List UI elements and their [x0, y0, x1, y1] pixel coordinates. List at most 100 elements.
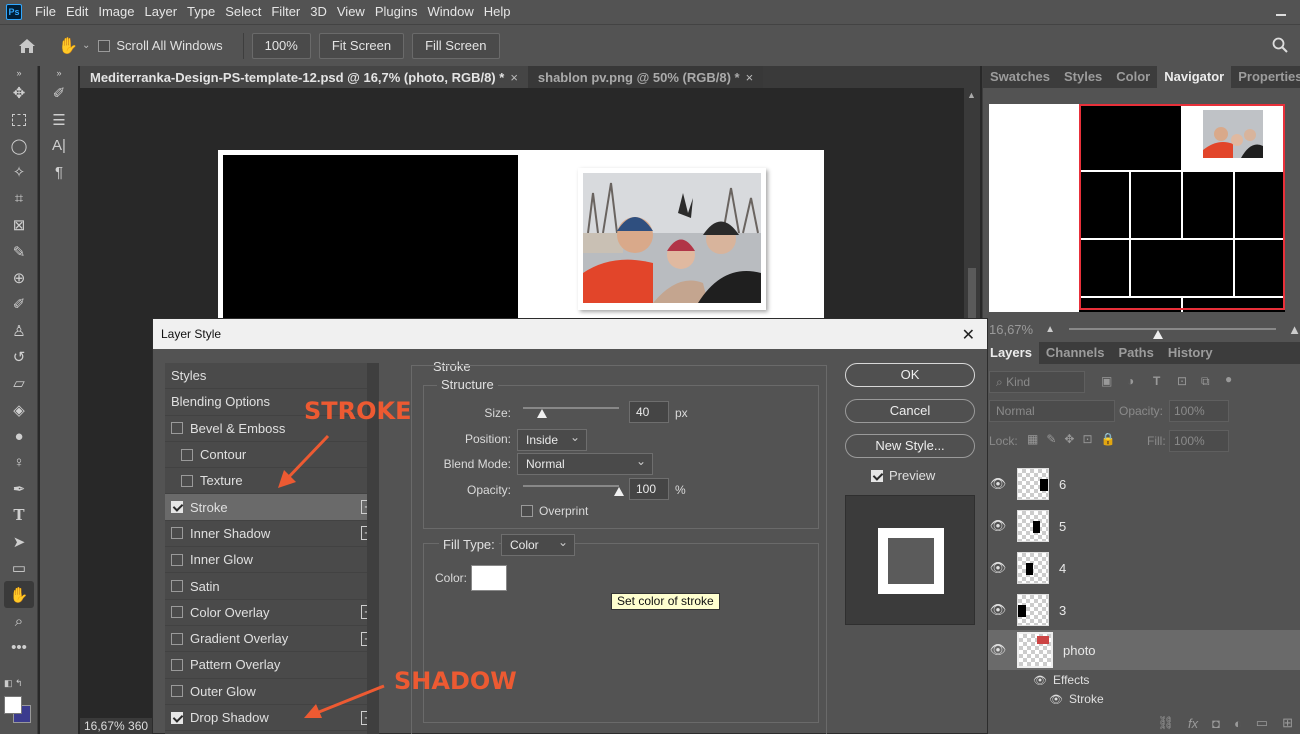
style-item-satin[interactable]: Satin: [165, 573, 379, 600]
checkbox-checked[interactable]: [171, 501, 183, 514]
zoom-100-button[interactable]: 100%: [251, 32, 311, 59]
lock-icons[interactable]: ▦✎✥⊡🔒: [1027, 432, 1123, 446]
menu-filter[interactable]: Filter: [266, 0, 305, 24]
dialog-titlebar[interactable]: Layer Style ✕: [153, 319, 987, 349]
filter-toggle-icon[interactable]: ●: [1225, 372, 1232, 386]
collapse-icon[interactable]: »: [40, 66, 78, 80]
opacity-field[interactable]: 100%: [1169, 400, 1229, 422]
history-brush-icon[interactable]: ↺: [0, 344, 38, 370]
zoom-in-icon[interactable]: ▲: [1288, 322, 1300, 337]
checkbox[interactable]: [171, 422, 183, 435]
brush-settings-icon[interactable]: ✐: [40, 80, 78, 106]
blur-tool-icon[interactable]: ●: [0, 423, 38, 449]
pen-tool-icon[interactable]: ✒: [0, 476, 38, 502]
menu-edit[interactable]: Edit: [61, 0, 93, 24]
new-layer-icon[interactable]: ⊞: [1282, 715, 1293, 731]
tab-paths[interactable]: Paths: [1111, 342, 1160, 364]
collapse-icon[interactable]: »: [0, 66, 38, 80]
opacity-slider[interactable]: [523, 485, 624, 496]
layer-row[interactable]: 👁 3: [983, 590, 1300, 630]
eye-icon[interactable]: 👁: [1049, 693, 1063, 706]
menu-type[interactable]: Type: [182, 0, 220, 24]
path-selection-icon[interactable]: ➤: [0, 529, 38, 555]
ok-button[interactable]: OK: [845, 363, 975, 387]
checkbox[interactable]: [171, 632, 183, 645]
tab-properties[interactable]: Properties: [1231, 66, 1300, 88]
checkbox[interactable]: [181, 448, 193, 461]
checkbox[interactable]: [181, 474, 193, 487]
fill-screen-button[interactable]: Fill Screen: [412, 32, 500, 59]
zoom-tool-icon[interactable]: ⌕: [0, 608, 38, 634]
hand-tool-icon[interactable]: ✋: [54, 36, 82, 56]
menu-help[interactable]: Help: [479, 0, 516, 24]
stroke-effect-row[interactable]: 👁 Stroke: [1049, 689, 1104, 709]
style-item-inner-shadow[interactable]: Inner Shadow+: [165, 521, 379, 548]
scroll-all-windows-checkbox[interactable]: [98, 39, 111, 52]
style-item-color-overlay[interactable]: Color Overlay+: [165, 600, 379, 626]
layer-row[interactable]: 👁 6: [983, 464, 1300, 504]
fill-field[interactable]: 100%: [1169, 430, 1229, 452]
slider-thumb[interactable]: [537, 409, 548, 418]
tab-color[interactable]: Color: [1109, 66, 1157, 88]
layer-name[interactable]: 5: [1059, 519, 1066, 534]
preview-checkbox[interactable]: [871, 470, 883, 482]
type-filter-icon[interactable]: T: [1153, 374, 1160, 388]
hand-tool-active-icon[interactable]: ✋: [4, 581, 34, 608]
slider-thumb[interactable]: [1153, 330, 1164, 339]
checkbox[interactable]: [171, 606, 183, 619]
layer-row[interactable]: 👁 5: [983, 506, 1300, 546]
chevron-down-icon[interactable]: ⌄: [82, 40, 90, 51]
fill-type-select[interactable]: Color: [501, 532, 575, 556]
cancel-button[interactable]: Cancel: [845, 399, 975, 423]
layer-row-selected[interactable]: 👁 photo: [983, 630, 1300, 670]
character-icon[interactable]: A|: [40, 133, 78, 159]
swap-colors-icon[interactable]: ◧ ↰: [4, 678, 34, 690]
new-style-button[interactable]: New Style...: [845, 434, 975, 458]
tab-channels[interactable]: Channels: [1039, 342, 1112, 364]
close-icon[interactable]: ✕: [962, 325, 975, 345]
menu-view[interactable]: View: [332, 0, 370, 24]
blend-mode-select[interactable]: Normal: [517, 451, 653, 475]
status-zoom[interactable]: 16,67%: [84, 719, 125, 733]
checkbox[interactable]: [171, 658, 183, 671]
style-item-inner-glow[interactable]: Inner Glow: [165, 547, 379, 574]
position-select[interactable]: Inside: [517, 427, 587, 451]
link-icon[interactable]: ⛓: [1157, 715, 1174, 731]
layer-name[interactable]: 6: [1059, 477, 1066, 492]
mask-icon[interactable]: ◘: [1212, 716, 1220, 731]
menu-plugins[interactable]: Plugins: [370, 0, 423, 24]
move-tool-icon[interactable]: ✥: [0, 80, 38, 106]
checkbox[interactable]: [171, 527, 183, 540]
group-icon[interactable]: ▭: [1256, 715, 1268, 731]
stroke-color-swatch[interactable]: [471, 565, 507, 591]
brush-tool-icon[interactable]: ✐: [0, 291, 38, 317]
fx-icon[interactable]: fx: [1188, 716, 1198, 731]
checkbox[interactable]: [171, 553, 183, 566]
shape-filter-icon[interactable]: ⊡: [1177, 374, 1187, 388]
opacity-field[interactable]: 100: [629, 478, 669, 500]
menu-window[interactable]: Window: [422, 0, 478, 24]
size-field[interactable]: 40: [629, 401, 669, 423]
more-tools-icon[interactable]: •••: [0, 634, 38, 660]
overprint-checkbox[interactable]: [521, 505, 533, 517]
size-slider[interactable]: [523, 407, 619, 418]
checkbox[interactable]: [171, 685, 183, 698]
style-item-gradient-overlay[interactable]: Gradient Overlay+: [165, 626, 379, 653]
home-icon[interactable]: [0, 38, 54, 54]
adjustment-icon[interactable]: ◐: [1234, 716, 1242, 731]
zoom-out-icon[interactable]: ▲: [1045, 324, 1055, 335]
search-icon[interactable]: [1272, 37, 1288, 56]
menu-layer[interactable]: Layer: [140, 0, 183, 24]
frame-tool-icon[interactable]: ⊠: [0, 212, 38, 238]
foreground-color-swatch[interactable]: [4, 696, 22, 714]
menu-file[interactable]: File: [30, 0, 61, 24]
adjustment-filter-icon[interactable]: ◑: [1127, 374, 1134, 388]
tab-history[interactable]: History: [1161, 342, 1220, 364]
checkbox-checked[interactable]: [171, 711, 183, 724]
rectangle-tool-icon[interactable]: ▭: [0, 555, 38, 581]
layer-name[interactable]: photo: [1063, 643, 1096, 658]
eyedropper-icon[interactable]: ✎: [0, 238, 38, 264]
magic-wand-icon[interactable]: ✧: [0, 159, 38, 185]
type-tool-icon[interactable]: T: [0, 502, 38, 528]
layer-name[interactable]: 3: [1059, 603, 1066, 618]
